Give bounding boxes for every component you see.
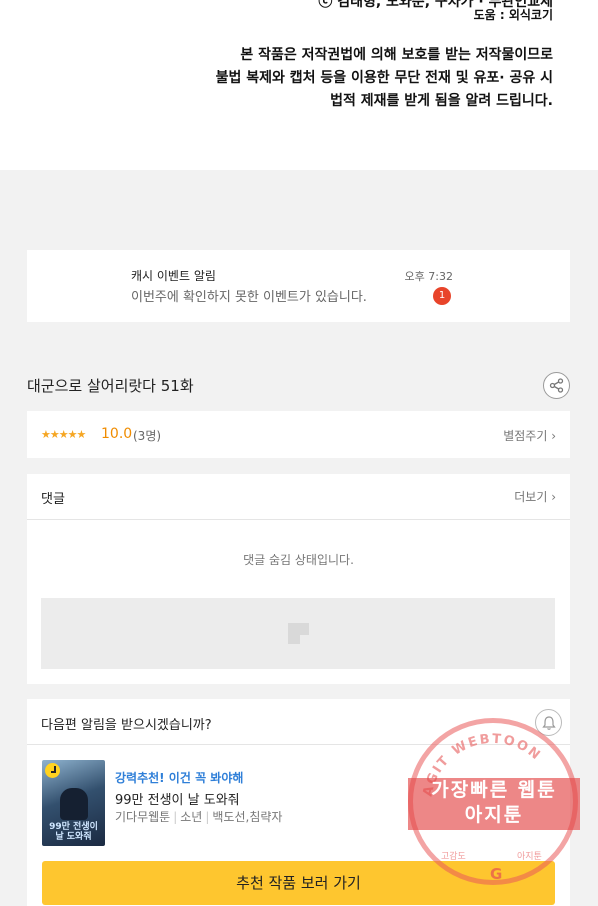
copyright-notice: 본 작품은 저작권법에 의해 보호를 받는 저작물이므로 불법 복제와 캡처 등… [216,44,553,113]
divider [27,519,570,520]
comments-hidden-message: 댓글 숨김 상태입니다. [243,553,354,567]
notice-section: ⓒ 김태형, 도와준, 구차가 · 부관인교체 도움 : 외식코기 본 작품은 … [0,0,598,170]
comments-more-link[interactable]: 더보기 › [514,488,556,505]
meta-authors: 백도선,침략자 [212,810,283,824]
watermark-line: 아지툰 [464,804,524,826]
thumbnail-title: 99만 전생이 날 도와줘 [49,822,98,842]
event-alert-time: 오후 7:32 [404,270,453,283]
recommendation-title[interactable]: 99만 전생이 날 도와줘 [115,789,240,808]
rating-score: 10.0 [101,426,133,442]
event-alert-card[interactable]: 캐시 이벤트 알림 이번주에 확인하지 못한 이벤트가 있습니다. 오후 7:3… [27,250,570,322]
wait-free-clock-icon [45,763,60,778]
share-icon [549,378,564,393]
watermark-line: 가장빠른 웹툰 [431,779,557,801]
notice-line: 본 작품은 저작권법에 의해 보호를 받는 저작물이므로 [240,47,553,63]
event-alert-message: 이번주에 확인하지 못한 이벤트가 있습니다. [131,290,367,305]
episode-title: 대군으로 살어리랏다 51화 [27,377,194,395]
image-placeholder-icon [288,623,309,644]
svg-text:아지툰: 아지툰 [517,851,542,862]
notice-line: 법적 제재를 받게 됨을 알려 드립니다. [330,93,553,109]
next-episode-question: 다음편 알림을 받으시겠습니까? [41,718,212,733]
recommendation-tag: 강력추천! 이건 꼭 봐야해 [115,771,244,785]
credits-helper: 도움 : 외식코기 [473,8,553,22]
rating-card: ★★★★★ 10.0 (3명) 별점주기 › [27,411,570,458]
notice-line: 불법 복제와 캡처 등을 이용한 무단 전재 및 유포· 공유 시 [215,70,553,86]
watermark-stamp: AGIT WEBTOON 고감도 아지툰 가장빠른 웹툰 아지툰 G [408,718,580,885]
comments-card: 댓글 더보기 › 댓글 숨김 상태입니다. [27,474,570,684]
watermark-band: 가장빠른 웹툰 아지툰 [408,778,580,830]
svg-text:고감도: 고감도 [441,850,466,862]
comments-title: 댓글 [41,492,65,507]
unread-badge: 1 [433,287,451,305]
recommendation-meta: 기다무웹툰 | 소년 | 백도선,침략자 [115,810,283,824]
share-button[interactable] [543,372,570,399]
event-alert-title: 캐시 이벤트 알림 [131,269,216,283]
meta-genre: 소년 [180,810,203,824]
watermark-logo: G [490,865,503,883]
meta-category: 기다무웹툰 [115,810,171,824]
rate-button[interactable]: 별점주기 › [503,427,556,444]
thumbnail-figure [60,788,88,820]
rating-stars: ★★★★★ [41,428,86,441]
recommendation-thumbnail[interactable]: 99만 전생이 날 도와줘 [42,760,105,846]
ad-placeholder[interactable] [41,598,555,669]
rating-count: (3명) [133,429,162,443]
